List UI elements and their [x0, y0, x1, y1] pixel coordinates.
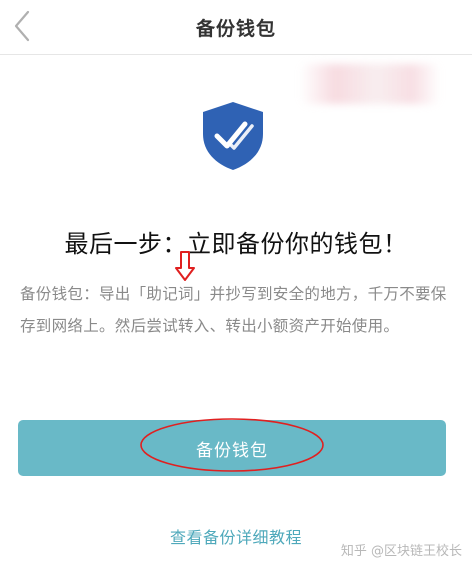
- blurred-overlay: [300, 64, 440, 104]
- zhihu-watermark: 知乎 @区块链王校长: [340, 544, 462, 559]
- headline: 最后一步：立即备份你的钱包！: [64, 230, 408, 258]
- page-title: 备份钱包: [195, 18, 276, 40]
- nav-bar: 备份钱包: [0, 0, 472, 55]
- backup-description: 备份钱包：导出「助记词」并抄写到安全的地方，千万不要保存到网络上。然后尝试转入、…: [20, 285, 447, 335]
- red-ellipse-annotation: [140, 418, 324, 472]
- shield-check-icon: [203, 102, 263, 170]
- backup-wallet-screen: 备份钱包 最后一步：立即备份你的钱包！ 备份钱包：导出「助记词」并抄写到安全的地…: [0, 0, 472, 570]
